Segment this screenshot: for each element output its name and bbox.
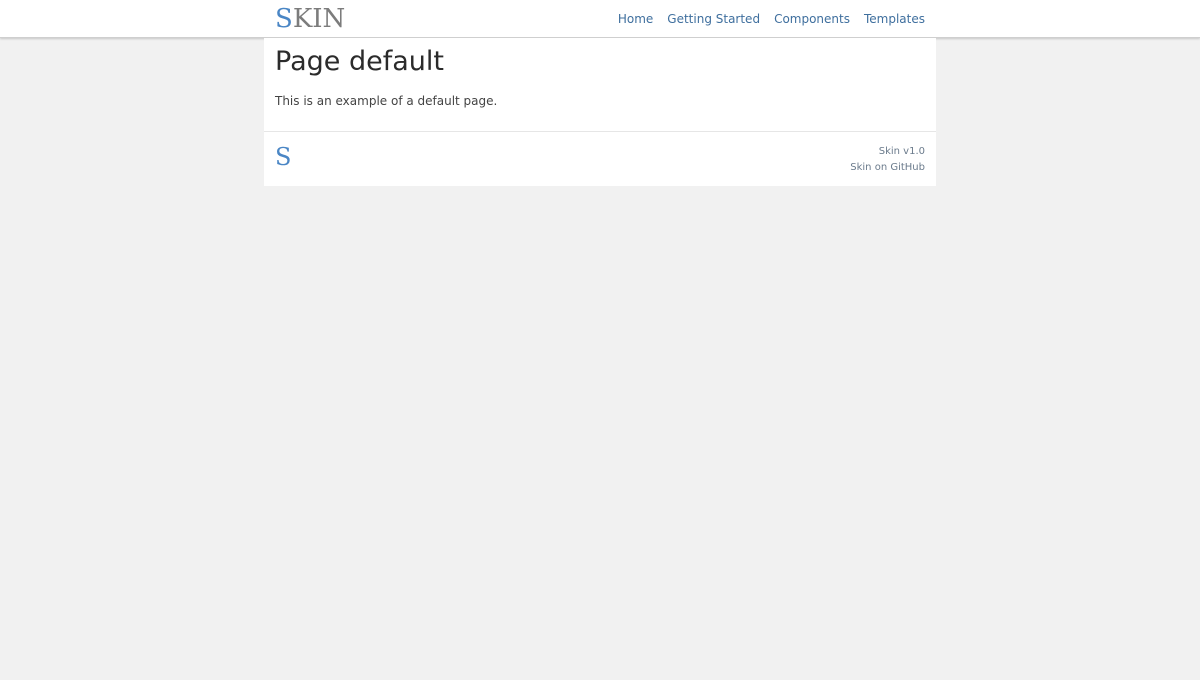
logo-letters-rest: KIN: [292, 4, 346, 34]
nav-templates-link[interactable]: Templates: [864, 12, 925, 26]
top-navbar: S KIN Home Getting Started Components Tem…: [0, 0, 1200, 38]
footer-links: Skin v1.0 Skin on GitHub: [850, 144, 925, 176]
page-footer: S Skin v1.0 Skin on GitHub: [264, 132, 936, 186]
brand-logo[interactable]: S KIN: [275, 3, 345, 33]
logo-letter-s: S: [275, 4, 293, 34]
nav-home-link[interactable]: Home: [618, 12, 653, 26]
nav-getting-started-link[interactable]: Getting Started: [667, 12, 760, 26]
main-content-card: Page default This is an example of a def…: [264, 38, 936, 132]
page-description: This is an example of a default page.: [275, 94, 498, 108]
footer-logo[interactable]: S: [275, 143, 291, 171]
footer-version-link[interactable]: Skin v1.0: [850, 144, 925, 160]
footer-github-link[interactable]: Skin on GitHub: [850, 160, 925, 176]
navbar-container: S KIN Home Getting Started Components Tem…: [264, 0, 936, 37]
page-title: Page default: [275, 46, 444, 77]
main-nav: Home Getting Started Components Template…: [618, 0, 925, 37]
nav-components-link[interactable]: Components: [774, 12, 850, 26]
